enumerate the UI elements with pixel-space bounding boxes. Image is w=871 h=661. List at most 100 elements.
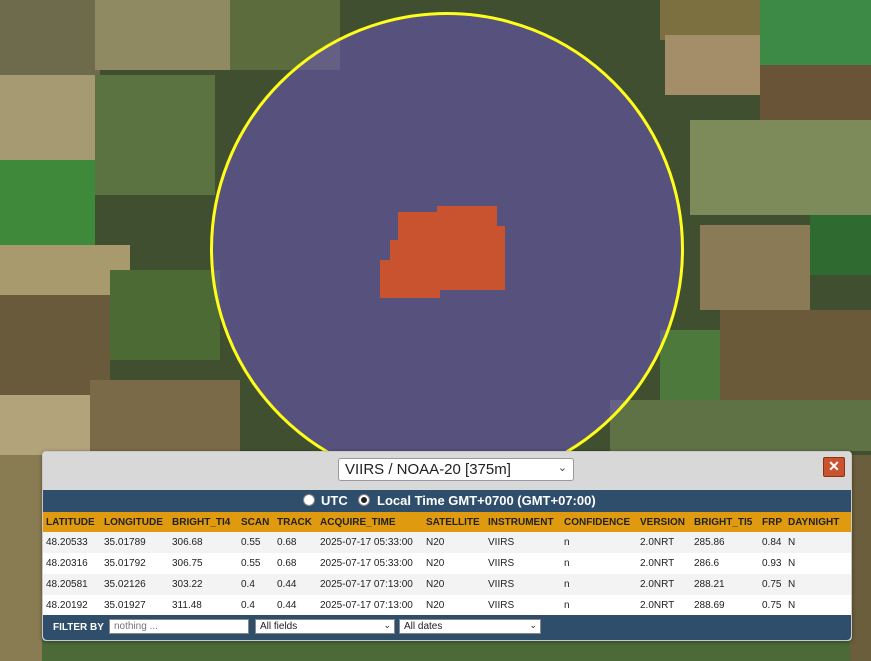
table-cell: 285.86 bbox=[691, 532, 759, 553]
fire-hotspot[interactable] bbox=[390, 240, 410, 265]
column-header[interactable]: BRIGHT_TI5 bbox=[691, 512, 759, 532]
column-header[interactable]: CONFIDENCE bbox=[561, 512, 637, 532]
table-cell: n bbox=[561, 574, 637, 595]
table-cell: n bbox=[561, 532, 637, 553]
table-cell: N bbox=[785, 574, 851, 595]
fire-hotspot[interactable] bbox=[495, 226, 505, 290]
table-header-row: LATITUDE LONGITUDE BRIGHT_TI4 SCAN TRACK… bbox=[43, 512, 851, 532]
column-header[interactable]: LATITUDE bbox=[43, 512, 101, 532]
filter-input[interactable] bbox=[109, 619, 249, 634]
close-icon: ✕ bbox=[828, 458, 840, 474]
dates-select[interactable]: All dates ⌄ bbox=[399, 619, 541, 634]
column-header[interactable]: SATELLITE bbox=[423, 512, 485, 532]
map-field bbox=[610, 400, 871, 451]
chevron-down-icon: ⌄ bbox=[383, 620, 391, 630]
column-header[interactable]: LONGITUDE bbox=[101, 512, 169, 532]
column-header[interactable]: SCAN bbox=[238, 512, 274, 532]
table-cell: 0.55 bbox=[238, 553, 274, 574]
local-time-radio[interactable] bbox=[358, 494, 370, 506]
map-field bbox=[690, 120, 871, 215]
table-cell: 48.20192 bbox=[43, 595, 101, 616]
table-cell: 2.0NRT bbox=[637, 574, 691, 595]
table-cell: 0.75 bbox=[759, 574, 785, 595]
table-cell: 0.44 bbox=[274, 595, 317, 616]
table-cell: 288.21 bbox=[691, 574, 759, 595]
table-cell: 35.01792 bbox=[101, 553, 169, 574]
fire-hotspot[interactable] bbox=[380, 260, 440, 298]
table-cell: N bbox=[785, 595, 851, 616]
table-cell: VIIRS bbox=[485, 574, 561, 595]
table-cell: 306.75 bbox=[169, 553, 238, 574]
map-field bbox=[110, 270, 220, 360]
map-field bbox=[0, 455, 42, 661]
map-field bbox=[760, 65, 871, 120]
column-header[interactable]: ACQUIRE_TIME bbox=[317, 512, 423, 532]
map-field bbox=[810, 215, 871, 275]
table-cell: 0.4 bbox=[238, 574, 274, 595]
column-header[interactable]: TRACK bbox=[274, 512, 317, 532]
map-field bbox=[700, 225, 810, 310]
dates-select-value: All dates bbox=[404, 621, 443, 632]
table-cell: 0.75 bbox=[759, 595, 785, 616]
table-row[interactable]: 48.20581 35.02126 303.22 0.4 0.44 2025-0… bbox=[43, 574, 851, 595]
column-header[interactable]: BRIGHT_TI4 bbox=[169, 512, 238, 532]
table-cell: n bbox=[561, 553, 637, 574]
table-cell: 35.01927 bbox=[101, 595, 169, 616]
table-row[interactable]: 48.20533 35.01789 306.68 0.55 0.68 2025-… bbox=[43, 532, 851, 553]
map-field bbox=[0, 395, 95, 455]
map-field bbox=[42, 640, 850, 661]
table-cell: 0.93 bbox=[759, 553, 785, 574]
table-cell: 35.01789 bbox=[101, 532, 169, 553]
table-cell: N bbox=[785, 532, 851, 553]
utc-label: UTC bbox=[321, 493, 348, 508]
table-row[interactable]: 48.20316 35.01792 306.75 0.55 0.68 2025-… bbox=[43, 553, 851, 574]
table-cell: 303.22 bbox=[169, 574, 238, 595]
table-cell: VIIRS bbox=[485, 532, 561, 553]
chevron-down-icon: ⌄ bbox=[557, 462, 567, 474]
map-field bbox=[0, 160, 95, 245]
column-header[interactable]: VERSION bbox=[637, 512, 691, 532]
table-cell: 2025-07-17 05:33:00 bbox=[317, 532, 423, 553]
close-button[interactable]: ✕ bbox=[823, 457, 845, 477]
map-field bbox=[0, 75, 100, 160]
map-field bbox=[760, 0, 871, 65]
utc-radio[interactable] bbox=[303, 494, 315, 506]
map-field bbox=[90, 380, 240, 455]
table-cell: 35.02126 bbox=[101, 574, 169, 595]
table-cell: 0.68 bbox=[274, 553, 317, 574]
table-cell: 48.20581 bbox=[43, 574, 101, 595]
table-cell: 0.4 bbox=[238, 595, 274, 616]
table-cell: N20 bbox=[423, 595, 485, 616]
map-field bbox=[0, 0, 100, 75]
satellite-select[interactable]: VIIRS / NOAA-20 [375m] ⌄ bbox=[338, 458, 574, 481]
fields-select[interactable]: All fields ⌄ bbox=[255, 619, 395, 634]
timezone-bar: UTC Local Time GMT+0700 (GMT+07:00) bbox=[43, 490, 851, 512]
map-field bbox=[660, 0, 760, 40]
map-field bbox=[720, 310, 871, 410]
fire-data-panel: VIIRS / NOAA-20 [375m] ⌄ ✕ UTC Local Tim… bbox=[42, 451, 852, 641]
column-header[interactable]: INSTRUMENT bbox=[485, 512, 561, 532]
table-cell: 306.68 bbox=[169, 532, 238, 553]
table-cell: 288.69 bbox=[691, 595, 759, 616]
table-cell: n bbox=[561, 595, 637, 616]
table-cell: N bbox=[785, 553, 851, 574]
table-cell: VIIRS bbox=[485, 553, 561, 574]
table-cell: 311.48 bbox=[169, 595, 238, 616]
panel-header: VIIRS / NOAA-20 [375m] ⌄ ✕ bbox=[43, 452, 851, 491]
table-cell: 48.20316 bbox=[43, 553, 101, 574]
table-cell: N20 bbox=[423, 532, 485, 553]
table-cell: 48.20533 bbox=[43, 532, 101, 553]
map-field bbox=[95, 0, 230, 70]
table-cell: 2.0NRT bbox=[637, 595, 691, 616]
table-row[interactable]: 48.20192 35.01927 311.48 0.4 0.44 2025-0… bbox=[43, 595, 851, 616]
column-header[interactable]: FRP bbox=[759, 512, 785, 532]
fire-data-table: LATITUDE LONGITUDE BRIGHT_TI4 SCAN TRACK… bbox=[43, 512, 851, 616]
fields-select-value: All fields bbox=[260, 621, 298, 632]
table-cell: 2025-07-17 07:13:00 bbox=[317, 574, 423, 595]
satellite-select-value: VIIRS / NOAA-20 [375m] bbox=[345, 461, 511, 478]
table-cell: 0.44 bbox=[274, 574, 317, 595]
table-cell: 2025-07-17 07:13:00 bbox=[317, 595, 423, 616]
table-cell: 2.0NRT bbox=[637, 553, 691, 574]
filter-bar: FILTER BY All fields ⌄ All dates ⌄ bbox=[43, 615, 851, 640]
column-header[interactable]: DAYNIGHT bbox=[785, 512, 851, 532]
